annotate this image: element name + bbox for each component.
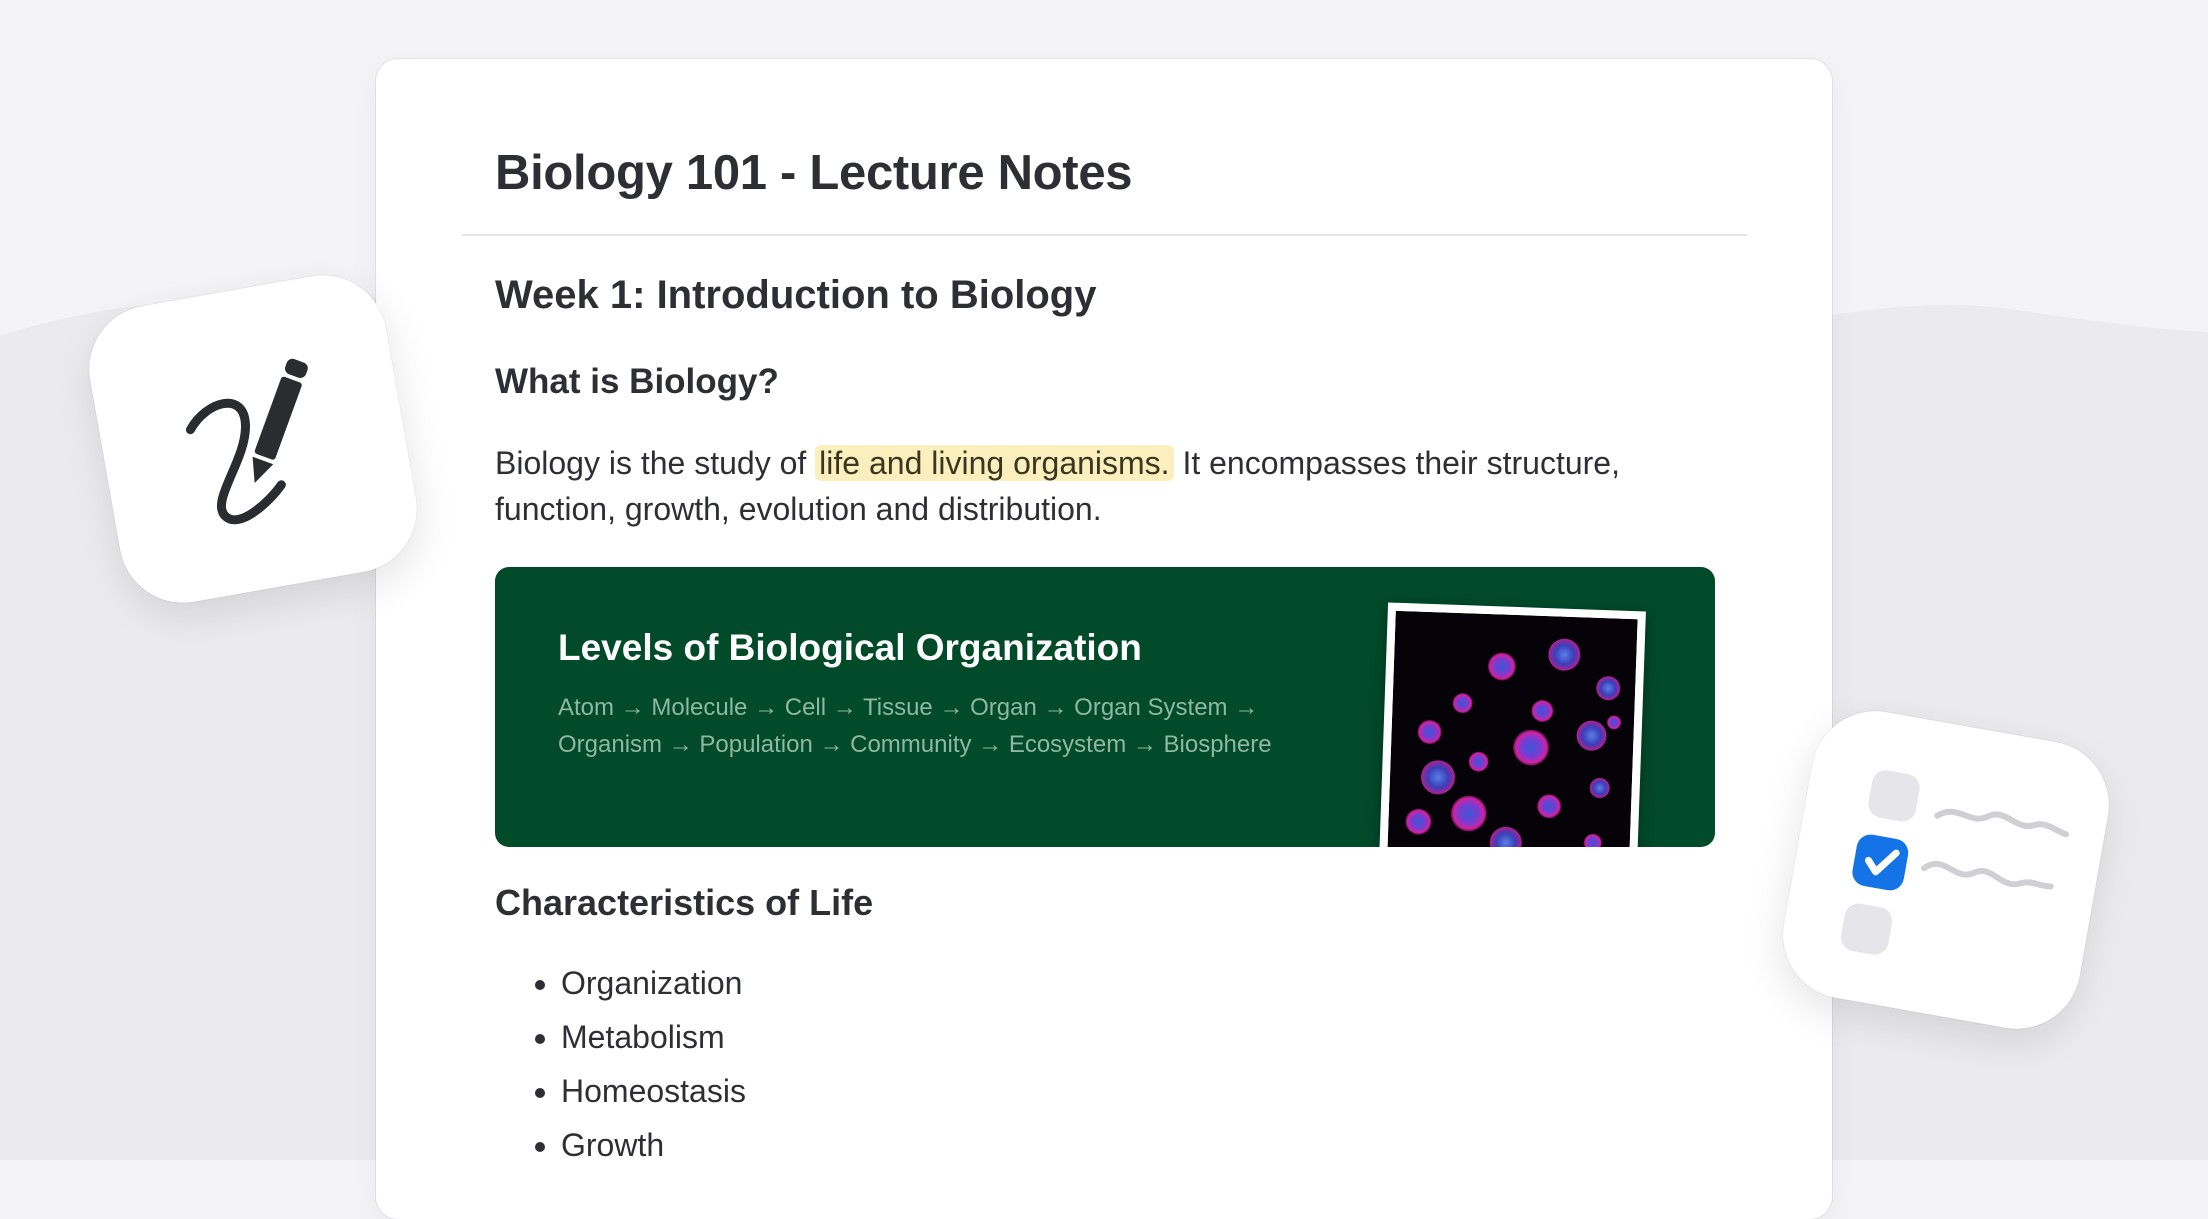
list-item: Homeostasis	[561, 1064, 746, 1118]
title-divider	[462, 234, 1747, 236]
banner-title: Levels of Biological Organization	[558, 627, 1142, 668]
characteristics-list: Organization Metabolism Homeostasis Grow…	[495, 956, 746, 1172]
page-title: Biology 101 - Lecture Notes	[495, 146, 1133, 200]
intro-paragraph: Biology is the study of life and living …	[495, 440, 1725, 532]
list-item: Growth	[561, 1118, 746, 1172]
paragraph-text-before: Biology is the study of	[495, 445, 816, 481]
characteristics-heading: Characteristics of Life	[495, 882, 874, 923]
document-page: Biology 101 - Lecture Notes Week 1: Intr…	[376, 59, 1832, 1219]
week-heading: Week 1: Introduction to Biology	[495, 273, 1097, 317]
highlighted-text: life and living organisms.	[815, 445, 1174, 481]
handwriting-pen-icon	[79, 265, 427, 613]
banner-text: Atom → Molecule → Cell → Tissue → Organ …	[558, 694, 1272, 758]
list-item: Metabolism	[561, 1010, 746, 1064]
cell-microscopy-image	[1385, 610, 1638, 847]
organization-banner: Levels of Biological Organization Atom →…	[495, 567, 1715, 847]
section-heading: What is Biology?	[495, 362, 779, 401]
list-item: Organization	[561, 956, 746, 1010]
checklist-icon	[1773, 701, 2119, 1039]
cell-microscopy-photo	[1377, 602, 1646, 847]
